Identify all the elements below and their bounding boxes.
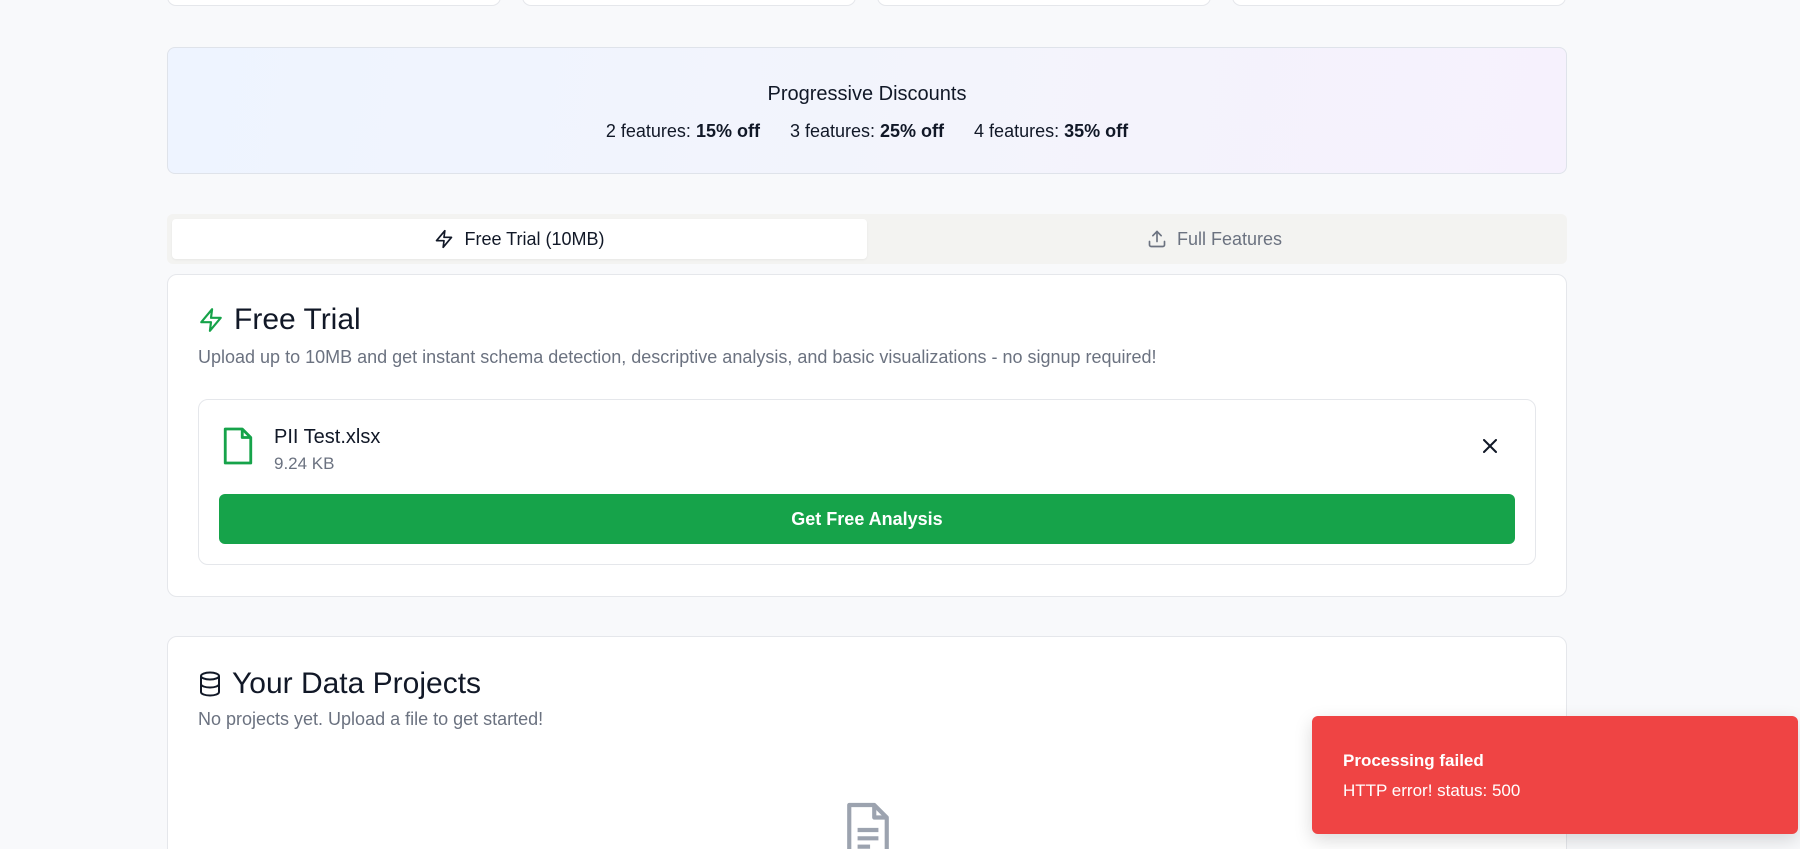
free-trial-heading: Free Trial: [198, 303, 361, 337]
free-trial-description: Upload up to 10MB and get instant schema…: [198, 347, 1157, 367]
discount-tier: 4 features: 35% off: [974, 121, 1128, 142]
tab-full-features[interactable]: Full Features: [867, 219, 1562, 259]
discount-tiers: 2 features: 15% off 3 features: 25% off …: [168, 121, 1566, 142]
toast-title: Processing failed: [1343, 751, 1484, 770]
get-free-analysis-button[interactable]: Get Free Analysis: [219, 494, 1515, 544]
tier-label: 3 features:: [789, 121, 876, 141]
database-icon: [200, 671, 220, 697]
selected-file-panel: PII Test.xlsx 9.24 KB Get Free Analysis: [198, 399, 1536, 565]
page: Progressive Discounts 2 features: 15% of…: [0, 0, 1800, 849]
zap-icon: [200, 308, 222, 332]
tier-label: 4 features:: [974, 121, 1060, 141]
toast-message: HTTP error! status: 500: [1343, 781, 1521, 800]
tier-label: 2 features:: [605, 121, 691, 141]
tab-label: Full Features: [1176, 228, 1283, 249]
projects-title: Your Data Projects: [232, 667, 482, 700]
discount-tier: 2 features: 15% off: [606, 121, 760, 142]
pricing-card: [1232, 0, 1566, 6]
tier-value: 15% off: [695, 121, 760, 141]
tier-value: 25% off: [880, 121, 945, 141]
pricing-card: [167, 0, 501, 6]
tab-label: Free Trial (10MB): [464, 228, 605, 249]
file-name: PII Test.xlsx: [274, 426, 381, 448]
pricing-card: [522, 0, 856, 6]
projects-empty-message: No projects yet. Upload a file to get st…: [198, 709, 544, 729]
discounts-title: Progressive Discounts: [767, 83, 967, 105]
zap-icon: [436, 229, 453, 249]
upload-icon: [1148, 230, 1166, 248]
progressive-discounts-banner: Progressive Discounts 2 features: 15% of…: [167, 47, 1567, 174]
tab-free-trial[interactable]: Free Trial (10MB): [172, 219, 867, 259]
top-cards-row: [167, 0, 1567, 6]
file-icon: [223, 427, 253, 465]
pricing-card: [877, 0, 1211, 6]
tier-value: 35% off: [1064, 121, 1129, 141]
remove-file-button[interactable]: [1479, 435, 1501, 457]
error-toast[interactable]: Processing failed HTTP error! status: 50…: [1312, 716, 1798, 834]
free-trial-title: Free Trial: [234, 303, 361, 336]
free-trial-card: Free Trial Upload up to 10MB and get ins…: [167, 274, 1567, 597]
file-size: 9.24 KB: [274, 454, 335, 473]
discount-tier: 3 features: 25% off: [790, 121, 944, 142]
upload-mode-tabs: Free Trial (10MB) Full Features: [167, 214, 1567, 264]
projects-heading: Your Data Projects: [198, 667, 481, 701]
close-icon: [1483, 439, 1497, 453]
document-icon: [847, 802, 889, 849]
